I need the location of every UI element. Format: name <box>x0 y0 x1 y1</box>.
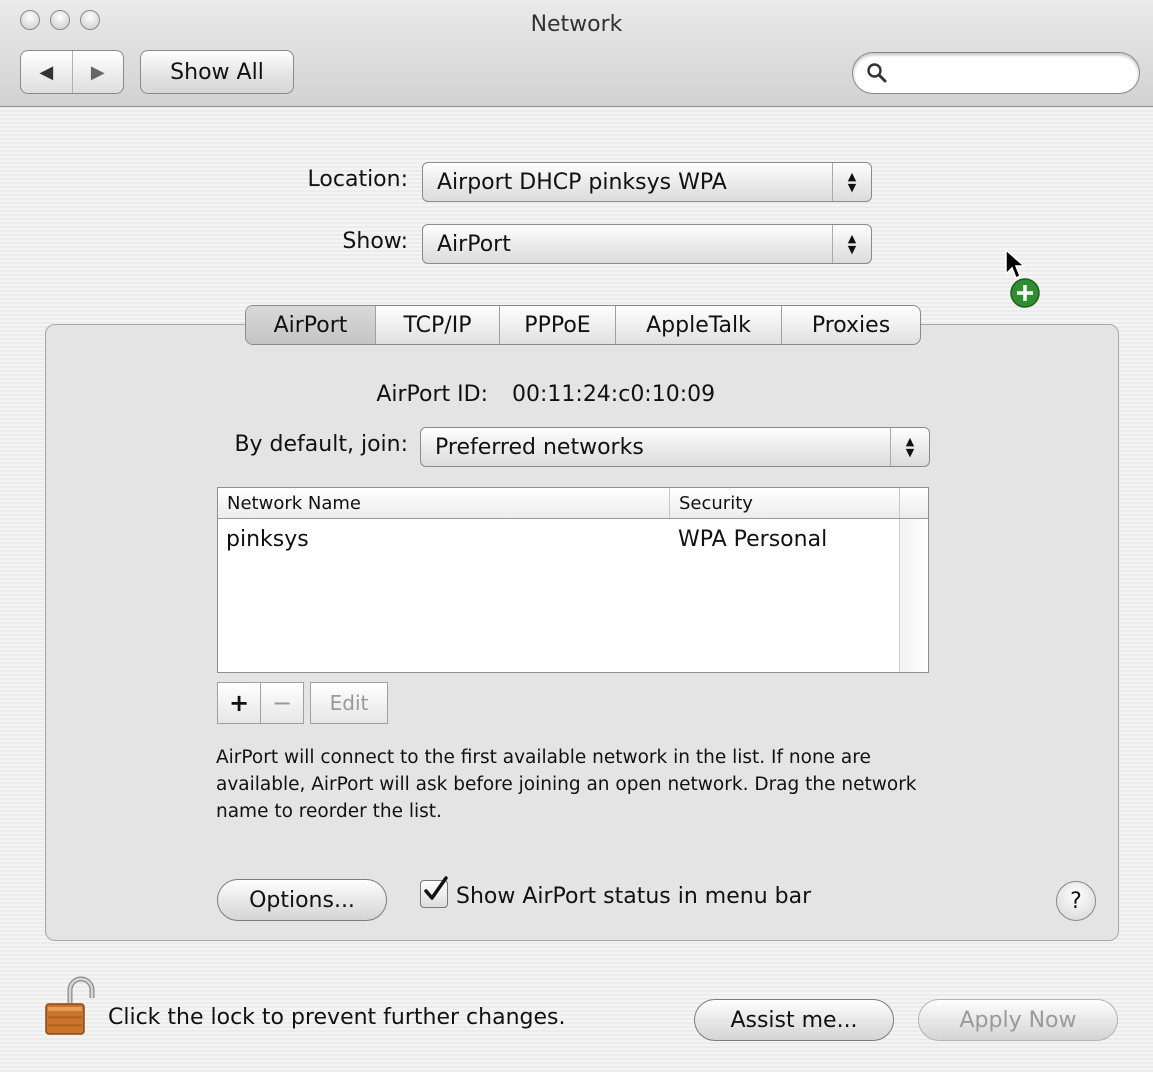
security-cell: WPA Personal <box>678 527 828 552</box>
lock-icon[interactable] <box>42 976 98 1040</box>
table-header: Network Name Security <box>218 488 928 519</box>
copy-cursor-icon <box>1005 248 1040 308</box>
forward-arrow-icon[interactable]: ▶ <box>73 51 124 93</box>
search-field[interactable] <box>852 52 1140 94</box>
location-popup[interactable]: Airport DHCP pinksys WPA ▲ ▼ <box>422 162 872 202</box>
location-value: Airport DHCP pinksys WPA <box>437 169 727 195</box>
window-title: Network <box>530 12 623 37</box>
options-button[interactable]: Options... <box>217 879 387 921</box>
show-popup[interactable]: AirPort ▲ ▼ <box>422 224 872 264</box>
add-network-button[interactable]: + <box>217 682 261 724</box>
popup-arrows-icon: ▲ ▼ <box>890 428 929 466</box>
join-popup[interactable]: Preferred networks ▲ ▼ <box>420 427 930 467</box>
remove-network-button[interactable]: − <box>260 682 304 724</box>
tab-airport[interactable]: AirPort <box>246 306 376 344</box>
airport-description: AirPort will connect to the first availa… <box>216 747 917 822</box>
table-scrollbar[interactable] <box>899 519 928 672</box>
tab-bar: AirPort TCP/IP PPPoE AppleTalk Proxies <box>245 305 921 345</box>
assist-me-button[interactable]: Assist me... <box>694 999 894 1041</box>
column-security[interactable]: Security <box>670 488 900 518</box>
airport-id-label: AirPort ID: <box>376 382 488 407</box>
tab-appletalk[interactable]: AppleTalk <box>616 306 782 344</box>
checkmark-icon <box>424 876 448 900</box>
preferred-networks-table: Network Name Security pinksys WPA Person… <box>217 487 929 673</box>
airport-id-value: 00:11:24:c0:10:09 <box>512 382 716 407</box>
show-all-button[interactable]: Show All <box>140 50 294 94</box>
popup-arrows-icon: ▲ ▼ <box>832 163 871 201</box>
network-name-cell: pinksys <box>226 527 309 552</box>
edit-network-button[interactable]: Edit <box>310 682 388 724</box>
show-status-checkbox[interactable] <box>420 876 448 908</box>
join-value: Preferred networks <box>435 434 644 460</box>
tab-pppoe[interactable]: PPPoE <box>500 306 616 344</box>
column-network-name[interactable]: Network Name <box>218 488 670 518</box>
back-arrow-icon[interactable]: ◀ <box>21 51 73 93</box>
tab-proxies[interactable]: Proxies <box>782 306 920 344</box>
table-row[interactable]: pinksys WPA Personal <box>218 519 900 559</box>
window-titlebar: Network ◀ ▶ Show All <box>0 0 1153 107</box>
apply-now-button[interactable]: Apply Now <box>918 999 1118 1041</box>
join-label: By default, join: <box>234 432 408 457</box>
tab-tcpip[interactable]: TCP/IP <box>376 306 500 344</box>
popup-arrows-icon: ▲ ▼ <box>832 225 871 263</box>
show-status-label: Show AirPort status in menu bar <box>456 884 812 909</box>
magnifier-icon <box>867 63 887 83</box>
location-label: Location: <box>307 167 408 192</box>
show-label: Show: <box>342 229 408 254</box>
search-input[interactable] <box>893 59 1127 89</box>
back-forward-control: ◀ ▶ <box>20 50 124 94</box>
help-button[interactable]: ? <box>1056 881 1096 921</box>
lock-message: Click the lock to prevent further change… <box>108 1005 566 1030</box>
show-value: AirPort <box>437 231 511 257</box>
